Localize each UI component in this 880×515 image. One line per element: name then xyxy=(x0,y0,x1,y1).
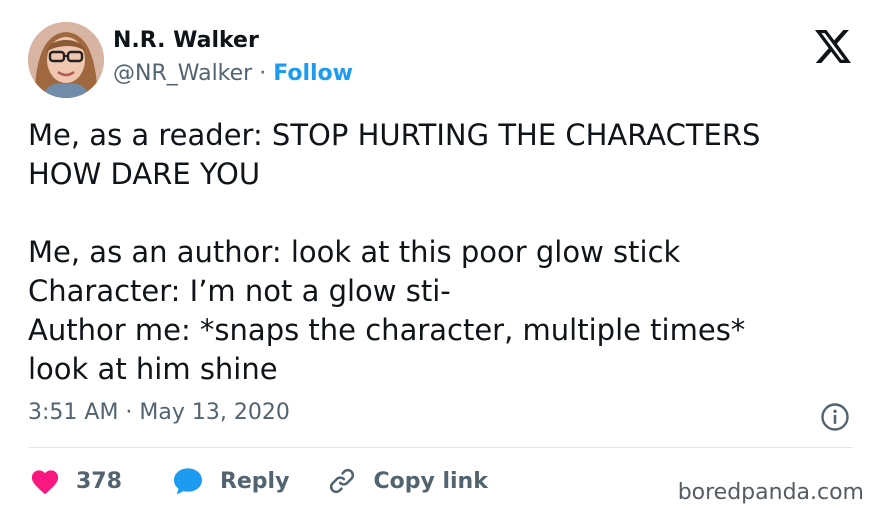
avatar-photo xyxy=(28,22,104,98)
reply-bubble-icon xyxy=(172,466,204,496)
reply-label: Reply xyxy=(219,468,290,494)
divider xyxy=(28,447,853,448)
action-bar: 378 Reply Copy link xyxy=(30,462,488,500)
handle-separator: · xyxy=(259,61,267,86)
copy-link-label: Copy link xyxy=(373,468,488,494)
tweet-text: Me, as a reader: STOP HURTING THE CHARAC… xyxy=(28,118,761,386)
x-logo-icon[interactable] xyxy=(815,30,851,63)
author-handle[interactable]: @NR_Walker xyxy=(113,61,252,86)
like-button[interactable]: 378 xyxy=(30,467,122,495)
tweet-timestamp[interactable]: 3:51 AM · May 13, 2020 xyxy=(28,400,290,425)
like-count: 378 xyxy=(76,468,122,494)
heart-icon xyxy=(30,467,60,495)
info-icon[interactable] xyxy=(820,402,850,432)
avatar[interactable] xyxy=(28,22,104,98)
reply-button[interactable]: Reply xyxy=(172,466,290,496)
author-name[interactable]: N.R. Walker xyxy=(113,28,259,53)
link-icon xyxy=(327,466,357,496)
follow-button[interactable]: Follow xyxy=(273,61,353,86)
watermark: boredpanda.com xyxy=(677,480,864,505)
author-handle-line: @NR_Walker · Follow xyxy=(113,61,353,86)
copy-link-button[interactable]: Copy link xyxy=(327,466,488,496)
